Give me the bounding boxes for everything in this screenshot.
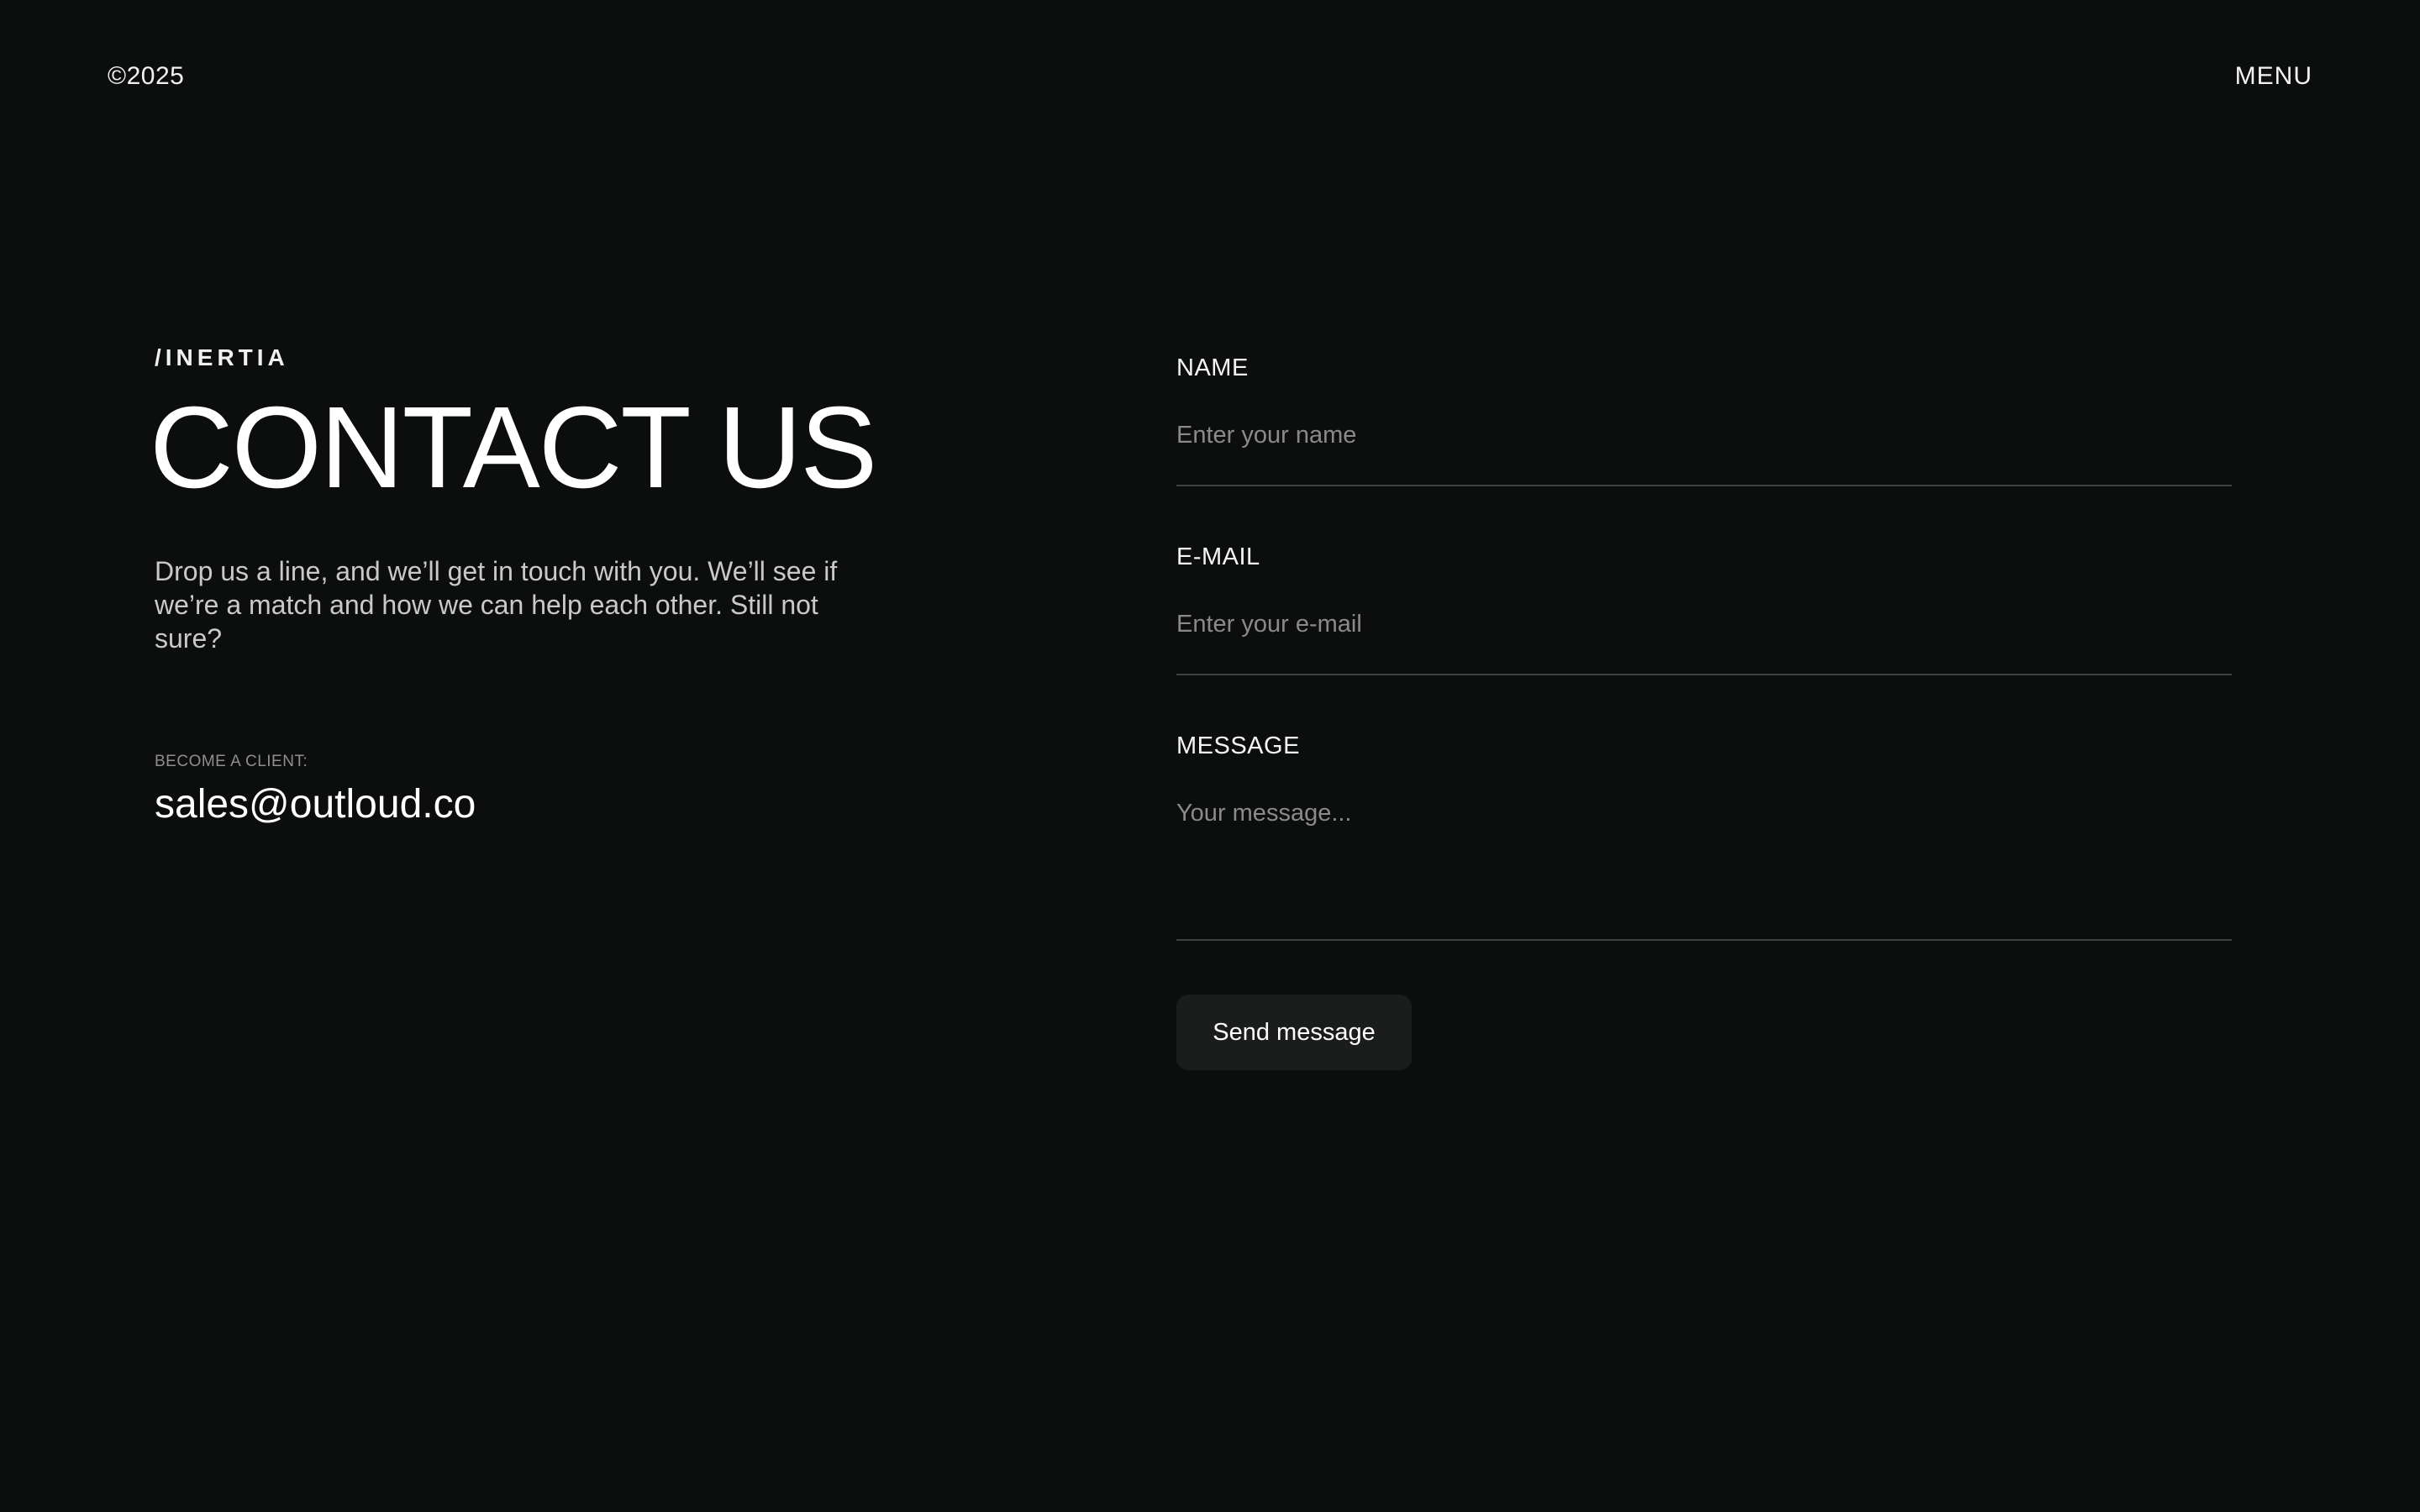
email-label: E-MAIL (1176, 543, 1260, 570)
name-label: NAME (1176, 354, 1249, 381)
menu-button[interactable]: MENU (2235, 62, 2312, 91)
brand-eyebrow: /INERTIA (155, 344, 289, 370)
name-input[interactable] (1176, 418, 2232, 486)
contact-form: NAME E-MAIL MESSAGE Send message (1176, 353, 2232, 1070)
message-label: MESSAGE (1176, 732, 1300, 759)
message-textarea[interactable] (1176, 796, 2232, 941)
copyright-text: ©2025 (108, 62, 185, 90)
sales-email-link[interactable]: sales@outloud.co (155, 781, 476, 827)
send-message-button[interactable]: Send message (1176, 995, 1412, 1070)
contact-intro-section: /INERTIA CONTACT US Drop us a line, and … (150, 344, 877, 827)
become-client-label: BECOME A CLIENT: (155, 753, 308, 770)
intro-text: Drop us a line, and we’ll get in touch w… (155, 556, 838, 654)
message-field-group: MESSAGE (1176, 731, 2232, 941)
email-input[interactable] (1176, 607, 2232, 675)
page-title: CONTACT US (150, 383, 877, 512)
email-field-group: E-MAIL (1176, 542, 2232, 675)
name-field-group: NAME (1176, 353, 2232, 486)
contact-page: ©2025 MENU /INERTIA CONTACT US Drop us a… (0, 0, 2420, 1512)
